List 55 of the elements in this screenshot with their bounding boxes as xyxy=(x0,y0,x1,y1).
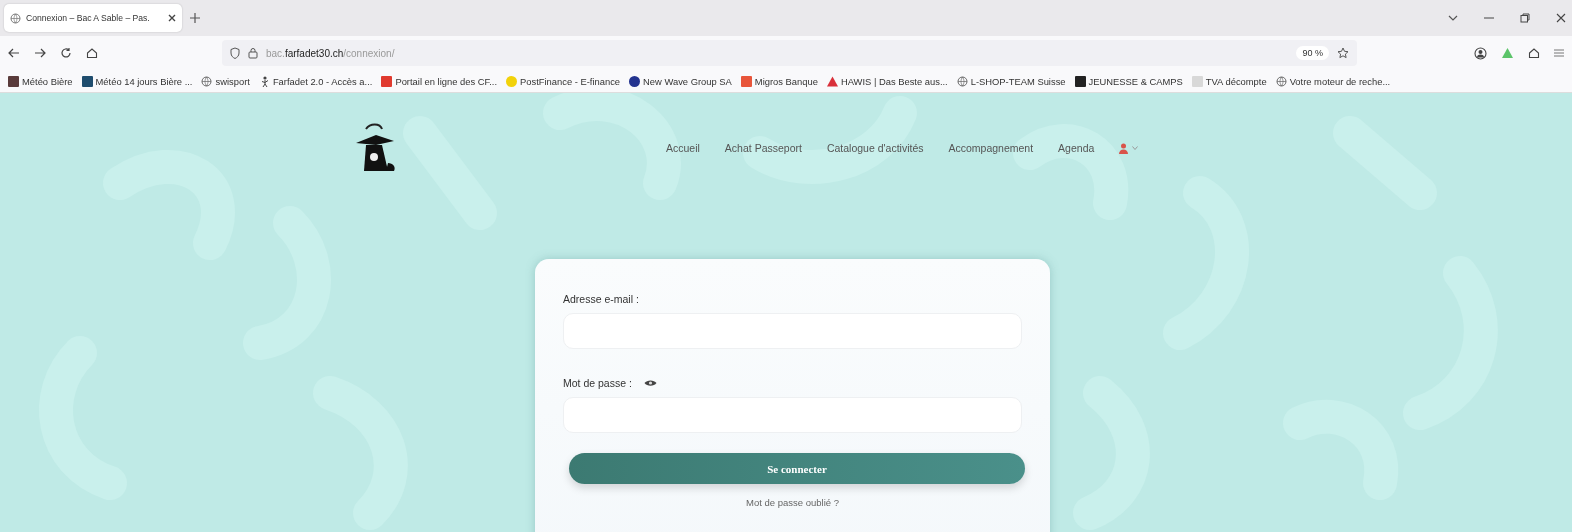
bookmark-favicon-icon xyxy=(1191,75,1203,87)
bookmark-link[interactable]: PostFinance - E-finance xyxy=(520,75,621,87)
browser-tab[interactable]: Connexion – Bac A Sable – Pas. xyxy=(4,4,182,32)
lock-icon xyxy=(248,47,258,59)
bookmark-favicon-icon xyxy=(629,75,641,87)
nav-link[interactable]: Accueil xyxy=(666,142,700,154)
bookmark-link[interactable]: Météo 14 jours Bière ... xyxy=(95,75,193,87)
url-text: bac.farfadet30.ch/connexion/ xyxy=(266,47,395,59)
reload-icon[interactable] xyxy=(60,47,72,59)
bookmark-favicon-icon xyxy=(8,75,19,87)
globe-icon xyxy=(956,75,968,87)
bookmark-favicon-icon xyxy=(1074,75,1086,87)
bookmark-link[interactable]: Migros Banque xyxy=(754,75,818,87)
bookmark-star-icon[interactable] xyxy=(1337,47,1349,59)
email-label: Adresse e-mail : xyxy=(563,293,639,305)
bookmark-link[interactable]: L-SHOP-TEAM Suisse xyxy=(970,75,1066,87)
chevron-down-icon[interactable] xyxy=(1448,15,1458,21)
password-label: Mot de passe : xyxy=(563,377,632,389)
nav-link[interactable]: Agenda xyxy=(1058,142,1095,154)
bookmark-link[interactable]: HAWIS | Das Beste aus... xyxy=(840,75,948,87)
account-icon[interactable] xyxy=(1474,46,1487,60)
home-icon[interactable] xyxy=(86,47,98,59)
bookmark-link[interactable]: swisport xyxy=(215,75,250,87)
bookmark-favicon-icon xyxy=(381,75,393,87)
restore-icon[interactable] xyxy=(1520,13,1530,23)
user-icon[interactable] xyxy=(1119,142,1129,154)
globe-icon xyxy=(1275,75,1287,87)
home-icon[interactable] xyxy=(1528,47,1540,59)
globe-icon xyxy=(201,75,213,87)
globe-icon xyxy=(10,12,21,24)
zoom-level[interactable]: 90 % xyxy=(1296,46,1329,60)
bookmark-favicon-icon xyxy=(826,75,838,87)
address-bar[interactable]: bac.farfadet30.ch/connexion/ 90 % xyxy=(222,40,1357,66)
nav-link[interactable]: Catalogue d'activités xyxy=(826,142,924,154)
bookmark-link[interactable]: JEUNESSE & CAMPS xyxy=(1088,75,1183,87)
back-icon[interactable] xyxy=(8,48,20,58)
new-tab-icon[interactable] xyxy=(190,13,200,23)
bookmark-link[interactable]: New Wave Group SA xyxy=(643,75,732,87)
bookmark-favicon-icon xyxy=(740,75,752,87)
shield-icon xyxy=(230,47,240,59)
bookmark-link[interactable]: Météo Bière xyxy=(22,75,73,87)
login-button[interactable]: Se connecter xyxy=(569,453,1025,484)
bookmark-favicon-icon xyxy=(81,75,93,87)
eye-icon[interactable] xyxy=(643,379,657,387)
bookmark-favicon-icon xyxy=(506,75,518,87)
bookmark-link[interactable]: Votre moteur de reche... xyxy=(1289,75,1391,87)
forward-icon[interactable] xyxy=(34,48,46,58)
bookmark-link[interactable]: TVA décompte xyxy=(1205,75,1267,87)
close-icon[interactable] xyxy=(168,14,176,22)
forgot-password-link[interactable]: Mot de passe oublié ? xyxy=(746,497,839,508)
nav-link[interactable]: Accompagnement xyxy=(948,142,1034,154)
close-icon[interactable] xyxy=(1556,13,1566,23)
bookmark-link[interactable]: Farfadet 2.0 - Accès a... xyxy=(272,75,373,87)
bookmark-link[interactable]: Portail en ligne des CF... xyxy=(395,75,498,87)
nav-link[interactable]: Achat Passeport xyxy=(724,142,802,154)
